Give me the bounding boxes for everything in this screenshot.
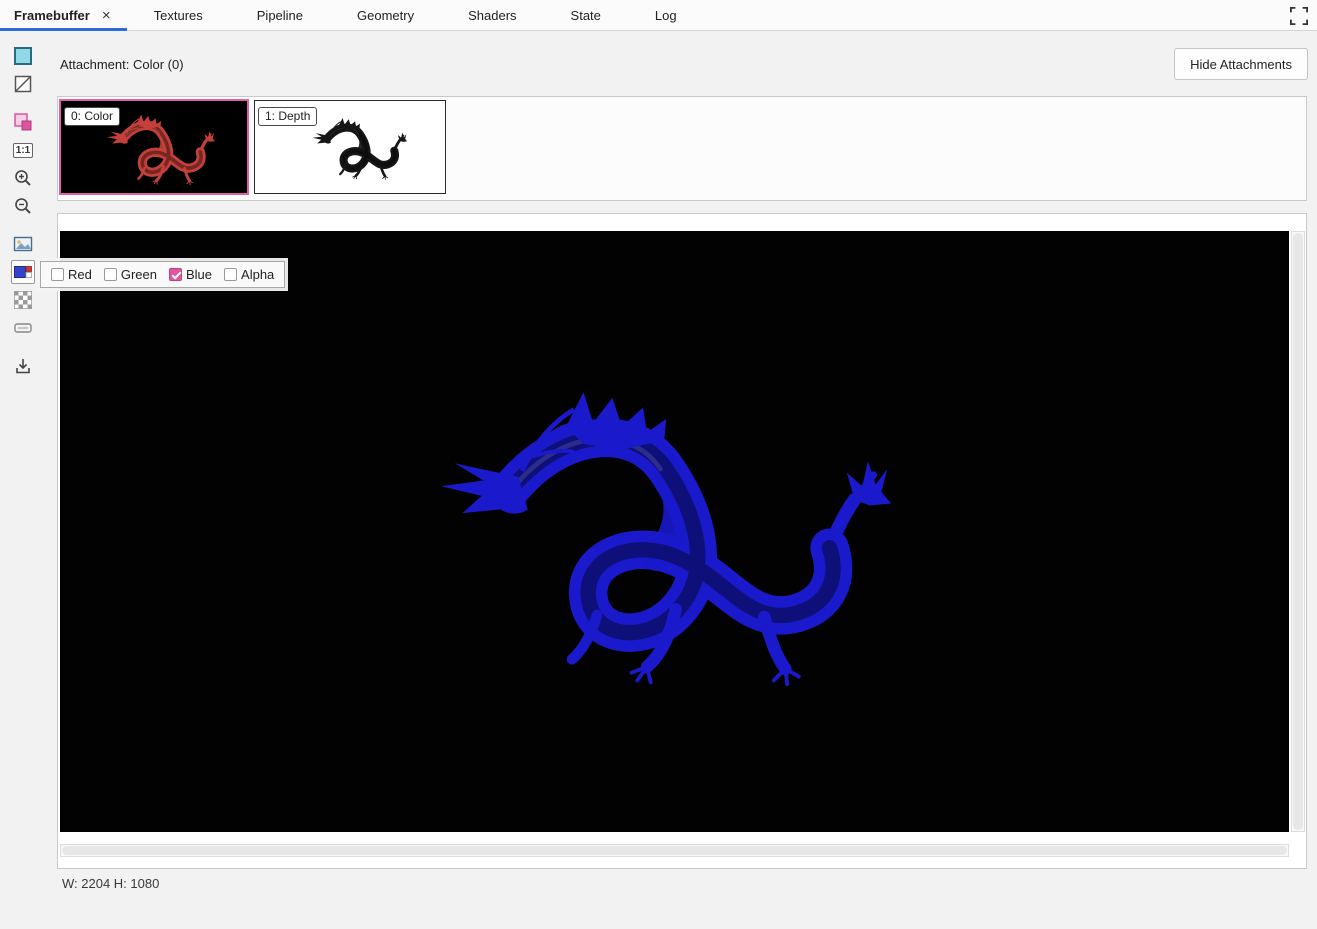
channel-label: Alpha	[241, 267, 274, 282]
zoom-in-icon	[13, 168, 33, 188]
horizontal-scrollbar[interactable]	[60, 844, 1289, 857]
attachment-thumbnail-color[interactable]: 0: Color	[59, 99, 249, 195]
checkerboard-icon	[14, 291, 32, 309]
zoom-out-icon	[13, 196, 33, 216]
no-color-icon	[13, 74, 33, 94]
attachment-thumbnail-depth[interactable]: 1: Depth	[254, 100, 446, 194]
green-checkbox[interactable]	[104, 268, 117, 281]
close-tab-icon[interactable]: ×	[102, 8, 111, 23]
channel-selector: Red Green Blue Alpha	[40, 261, 285, 288]
tab-label: Pipeline	[257, 8, 303, 23]
hide-attachments-button[interactable]: Hide Attachments	[1174, 48, 1308, 80]
premultiply-alpha-button[interactable]	[11, 316, 35, 340]
premultiply-icon	[13, 318, 33, 338]
display-image-button[interactable]	[11, 232, 35, 256]
depth-attachment-preview	[303, 113, 408, 186]
tab-bar: Framebuffer × Textures Pipeline Geometry…	[0, 0, 1317, 31]
framebuffer-viewport	[57, 213, 1307, 869]
channels-icon	[14, 263, 32, 281]
tab-textures[interactable]: Textures	[127, 0, 230, 30]
checkerboard-background-button[interactable]	[11, 288, 35, 312]
tab-log[interactable]: Log	[628, 0, 704, 30]
display-channels-button[interactable]	[11, 260, 35, 284]
save-image-button[interactable]	[11, 354, 35, 378]
attachment-chip: 1: Depth	[258, 107, 317, 126]
actual-size-button[interactable]: 1:1	[11, 138, 35, 162]
rendered-dragon-blue-channel	[395, 369, 895, 715]
image-icon	[13, 234, 33, 254]
blue-checkbox[interactable]	[169, 268, 182, 281]
tab-label: Textures	[154, 8, 203, 23]
channel-label: Green	[121, 267, 157, 282]
no-background-button[interactable]	[11, 72, 35, 96]
attachments-strip: 0: Color 1: Depth	[57, 96, 1307, 201]
background-color-swatch-button[interactable]	[11, 44, 35, 68]
vertical-scrollbar[interactable]	[1291, 231, 1305, 832]
image-dimensions-label: W: 2204 H: 1080	[62, 876, 159, 891]
channel-green[interactable]: Green	[104, 267, 157, 282]
vertical-scrollbar-thumb[interactable]	[1293, 233, 1303, 830]
framebuffer-canvas[interactable]	[60, 231, 1289, 832]
attachment-chip: 0: Color	[64, 107, 120, 126]
channel-label: Blue	[186, 267, 212, 282]
compare-attachments-icon	[13, 112, 33, 132]
alpha-checkbox[interactable]	[224, 268, 237, 281]
color-swatch-icon	[13, 46, 33, 66]
channel-blue[interactable]: Blue	[169, 267, 212, 282]
download-icon	[13, 356, 33, 376]
viewer-toolbar: 1:1	[0, 31, 46, 929]
tab-label: Geometry	[357, 8, 414, 23]
attachment-compare-button[interactable]	[11, 110, 35, 134]
horizontal-scrollbar-thumb[interactable]	[62, 846, 1287, 855]
tab-pipeline[interactable]: Pipeline	[230, 0, 330, 30]
tab-label: Log	[655, 8, 677, 23]
channel-alpha[interactable]: Alpha	[224, 267, 274, 282]
zoom-out-button[interactable]	[11, 194, 35, 218]
fullscreen-icon[interactable]	[1287, 4, 1311, 28]
channel-red[interactable]: Red	[51, 267, 92, 282]
zoom-in-button[interactable]	[11, 166, 35, 190]
tab-framebuffer[interactable]: Framebuffer ×	[0, 0, 127, 30]
tab-label: Framebuffer	[14, 8, 90, 23]
tab-shaders[interactable]: Shaders	[441, 0, 543, 30]
tab-label: Shaders	[468, 8, 516, 23]
channel-label: Red	[68, 267, 92, 282]
one-to-one-icon: 1:1	[13, 143, 33, 158]
red-checkbox[interactable]	[51, 268, 64, 281]
attachment-header-label: Attachment: Color (0)	[60, 57, 184, 72]
tab-geometry[interactable]: Geometry	[330, 0, 441, 30]
tab-label: State	[571, 8, 601, 23]
tab-state[interactable]: State	[544, 0, 628, 30]
